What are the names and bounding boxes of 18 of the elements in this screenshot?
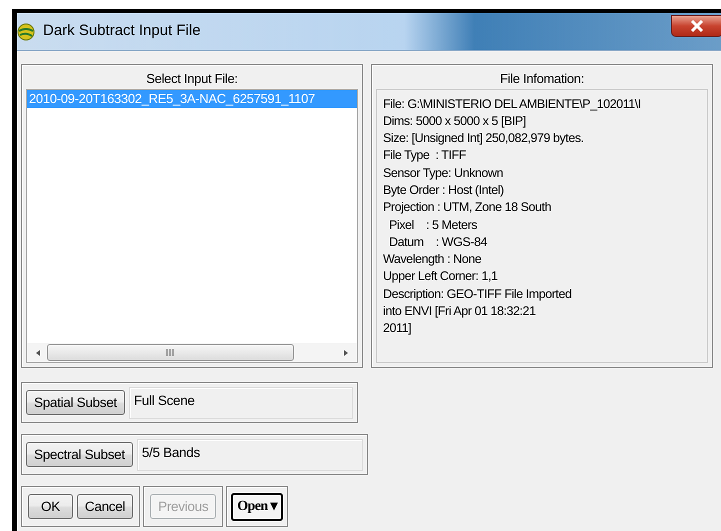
value-field: 5/5 Bands [136,438,363,470]
close-button[interactable] [671,15,721,37]
open-menu-button[interactable]: Open ▾ [231,492,283,520]
list-heading: Select Input File: [145,70,239,88]
subset-button[interactable]: Spatial Subset [26,390,125,415]
scroll-right-icon[interactable] [343,348,349,356]
grip-icon [166,349,175,356]
value-field: Full Scene [128,386,353,418]
info-heading: File Infomation: [498,70,586,88]
window-title: Dark Subtract Input File [43,21,201,42]
cancel-button[interactable]: Cancel [76,494,134,519]
scroll-left-icon[interactable] [35,348,41,356]
globe-icon [17,22,35,40]
file-info-text: File: G:\MINISTERIO DEL AMBIENTE\P_102011\I Dims: 5000 x 5000 x 5 [BIP] Size: [Unsigned Int] 250,082,979 bytes. File Type : TIFF Sensor Type: Unknown Byte Order : Host (Intel) Projection : UTM, Zone 18 South Pixel : 5 Meters Datum : WGS-84 Wavelength : None Upper Left Corner: 1,1 Description: GEO-TIFF File Imported into ENVI [Fri Apr 01 18:32:21 2011] [376,88,708,363]
close-icon [690,20,704,32]
scroll-thumb[interactable] [47,344,294,361]
subset-button[interactable]: Spectral Subset [26,442,133,467]
ok-button[interactable]: OK [28,494,73,519]
